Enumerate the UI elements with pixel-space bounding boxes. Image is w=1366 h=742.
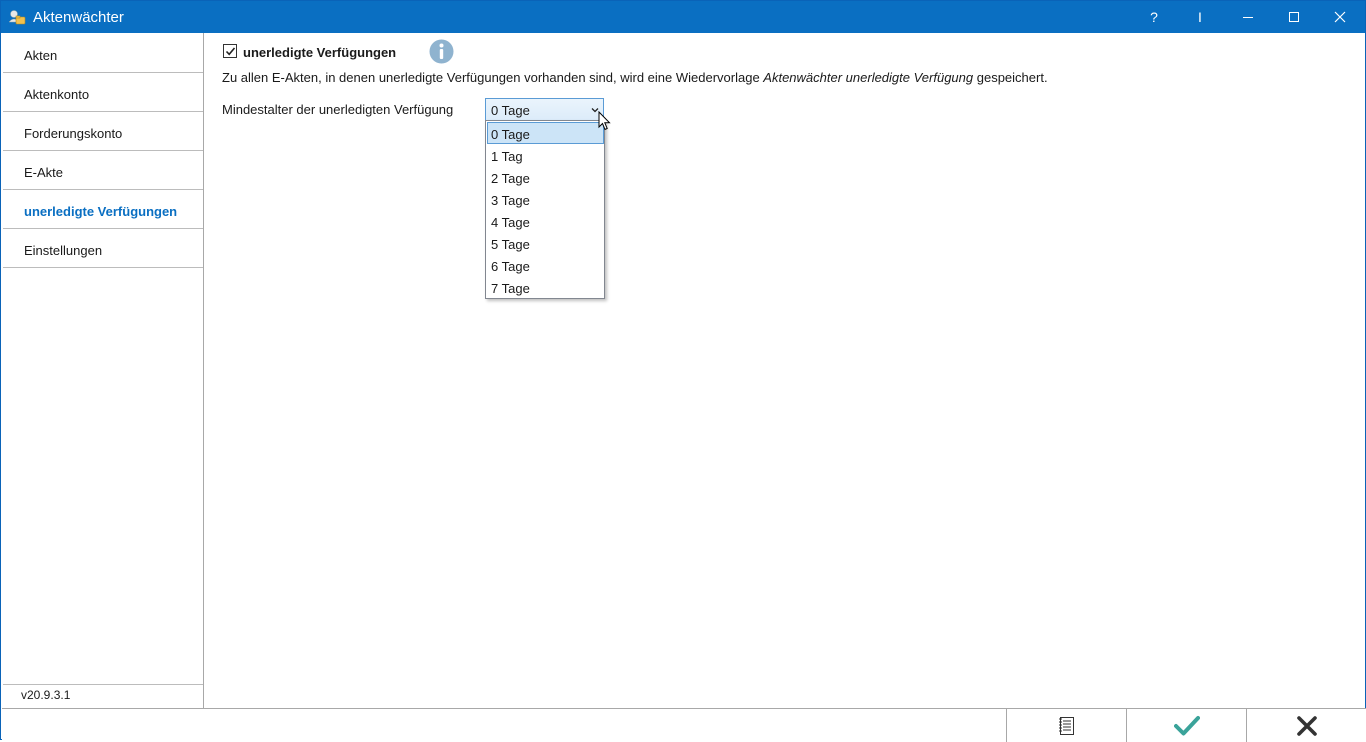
text-cursor-button[interactable]: I [1177, 1, 1223, 33]
mouse-pointer-icon [598, 110, 612, 131]
checkbox-label[interactable]: unerledigte Verfügungen [243, 45, 396, 60]
sidebar: Akten Aktenkonto Forderungskonto E-Akte … [2, 33, 204, 709]
notes-list-icon [1058, 716, 1074, 735]
text-cursor-label: I [1198, 9, 1202, 25]
option-label: 3 Tage [491, 193, 530, 208]
sidebar-item-einstellungen[interactable]: Einstellungen [3, 229, 203, 268]
option-label: 7 Tage [491, 281, 530, 296]
sidebar-item-e-akte[interactable]: E-Akte [3, 151, 203, 190]
main-panel: unerledigte Verfügungen Zu allen E-Akten… [205, 33, 1365, 709]
unerledigte-verfuegungen-checkbox[interactable] [223, 44, 237, 58]
sidebar-item-label: E-Akte [24, 165, 64, 180]
close-window-button[interactable] [1317, 1, 1363, 33]
bottom-action-bar [2, 708, 1366, 742]
minimize-button[interactable] [1225, 1, 1271, 33]
dropdown-option[interactable]: 6 Tage [487, 254, 604, 276]
close-x-icon [1296, 715, 1317, 736]
help-button[interactable]: ? [1131, 1, 1177, 33]
sidebar-divider [3, 684, 203, 685]
cancel-button[interactable] [1246, 709, 1366, 742]
help-label: ? [1150, 9, 1158, 25]
app-icon [8, 9, 26, 26]
min-age-label: Mindestalter der unerledigten Verfügung [222, 102, 454, 117]
checkmark-small-icon [225, 47, 236, 56]
option-label: 1 Tag [491, 149, 523, 164]
option-label: 4 Tage [491, 215, 530, 230]
option-label: 0 Tage [491, 127, 530, 142]
sidebar-item-label: Aktenkonto [24, 87, 90, 102]
sidebar-item-label: Akten [24, 48, 58, 63]
title-bar: Aktenwächter ? I [1, 1, 1365, 33]
option-label: 2 Tage [491, 171, 530, 186]
description-text: Zu allen E-Akten, in denen unerledigte V… [222, 70, 1048, 85]
maximize-icon [1289, 12, 1299, 22]
sidebar-item-aktenkonto[interactable]: Aktenkonto [3, 73, 203, 112]
info-icon[interactable] [429, 39, 454, 64]
notes-button[interactable] [1006, 709, 1126, 742]
version-label: v20.9.3.1 [21, 688, 71, 702]
ok-button[interactable] [1126, 709, 1246, 742]
maximize-button[interactable] [1271, 1, 1317, 33]
sidebar-item-akten[interactable]: Akten [3, 34, 203, 73]
description-before: Zu allen E-Akten, in denen unerledigte V… [222, 70, 764, 85]
dropdown-option[interactable]: 2 Tage [487, 166, 604, 188]
min-age-dropdown-list: 0 Tage 1 Tag 2 Tage 3 Tage 4 Tage 5 Tage… [485, 120, 605, 299]
dropdown-option[interactable]: 3 Tage [487, 188, 604, 210]
option-label: 5 Tage [491, 237, 530, 252]
minimize-icon [1243, 17, 1253, 18]
window-title: Aktenwächter [33, 9, 124, 26]
sidebar-item-label: Einstellungen [24, 243, 103, 258]
sidebar-item-label: unerledigte Verfügungen [24, 204, 178, 219]
close-icon [1334, 11, 1346, 23]
dropdown-option[interactable]: 5 Tage [487, 232, 604, 254]
sidebar-item-forderungskonto[interactable]: Forderungskonto [3, 112, 203, 151]
checkmark-icon [1173, 715, 1200, 735]
application-window: Aktenwächter ? I Akten Aktenkonto Forder… [0, 0, 1366, 742]
sidebar-item-label: Forderungskonto [24, 126, 123, 141]
option-label: 6 Tage [491, 259, 530, 274]
dropdown-option[interactable]: 1 Tag [487, 144, 604, 166]
dropdown-option[interactable]: 0 Tage [487, 122, 604, 144]
description-after: gespeichert. [973, 70, 1048, 85]
min-age-select[interactable]: 0 Tage [485, 98, 604, 121]
sidebar-item-unerledigte-verfuegungen[interactable]: unerledigte Verfügungen [3, 190, 203, 229]
dropdown-option[interactable]: 7 Tage [487, 276, 604, 298]
dropdown-option[interactable]: 4 Tage [487, 210, 604, 232]
min-age-selected-value: 0 Tage [491, 103, 530, 118]
description-emphasis: Aktenwächter unerledigte Verfügung [763, 70, 974, 85]
